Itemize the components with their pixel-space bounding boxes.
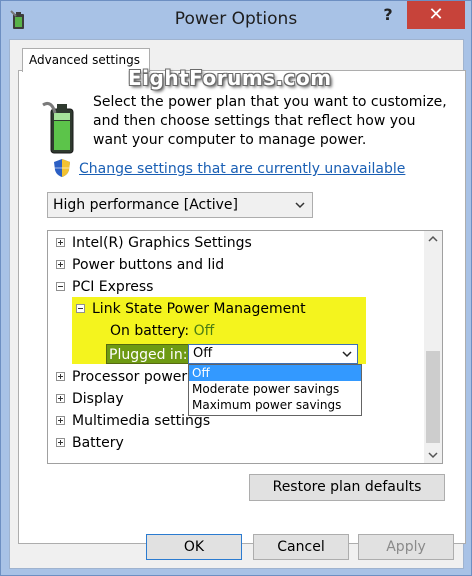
restore-plan-defaults-button[interactable]: Restore plan defaults <box>249 474 445 501</box>
tree-item-label: Display <box>72 391 124 407</box>
tree-item-label: Link State Power Management <box>92 301 306 317</box>
help-button[interactable]: ? <box>375 3 401 27</box>
intro-text: Select the power plan that you want to c… <box>93 94 447 148</box>
settings-tree[interactable]: Intel(R) Graphics Settings Power buttons… <box>47 230 443 464</box>
scroll-down-icon[interactable] <box>424 446 442 463</box>
on-battery-label: On battery: <box>110 323 190 339</box>
tree-item-label: Processor power m <box>72 369 206 385</box>
collapse-minus-icon[interactable] <box>56 282 65 291</box>
dropdown-option-maximum[interactable]: Maximum power savings <box>189 397 361 413</box>
title-bar: Power Options ? ✕ <box>1 1 471 39</box>
change-settings-link[interactable]: Change settings that are currently unava… <box>79 161 405 177</box>
tree-item-label: Power buttons and lid <box>72 257 225 273</box>
collapse-minus-icon[interactable] <box>76 304 85 313</box>
chevron-down-icon <box>294 193 306 217</box>
watermark: EightForums.com <box>128 66 332 90</box>
dialog-body: Advanced settings EightForums.com Select… <box>9 39 466 569</box>
dropdown-option-off[interactable]: Off <box>189 365 361 381</box>
power-options-window: Power Options ? ✕ Advanced settings Eigh… <box>0 0 472 576</box>
tree-item-label: Battery <box>72 435 124 451</box>
expand-plus-icon[interactable] <box>56 394 65 403</box>
advanced-settings-panel: Select the power plan that you want to c… <box>18 70 466 544</box>
plugged-in-select[interactable]: Off <box>188 344 358 364</box>
uac-shield-icon <box>53 158 71 178</box>
scroll-up-icon[interactable] <box>424 231 442 248</box>
close-button[interactable]: ✕ <box>407 1 465 29</box>
tree-item-label: PCI Express <box>72 279 154 295</box>
expand-plus-icon[interactable] <box>56 238 65 247</box>
plugged-in-label: Plugged in: <box>106 344 191 364</box>
tree-scrollbar[interactable] <box>424 231 442 463</box>
expand-plus-icon[interactable] <box>56 372 65 381</box>
battery-plan-icon <box>41 99 85 157</box>
on-battery-value: Off <box>193 323 215 339</box>
scrollbar-thumb[interactable] <box>426 351 440 443</box>
expand-plus-icon[interactable] <box>56 416 65 425</box>
tree-item-label: Intel(R) Graphics Settings <box>72 235 252 251</box>
settings-tree-content: Intel(R) Graphics Settings Power buttons… <box>48 231 424 463</box>
power-plan-select-value: High performance [Active] <box>53 197 238 213</box>
tree-item-on-battery[interactable]: On battery: Off <box>110 321 214 341</box>
plugged-in-select-value: Off <box>193 346 213 361</box>
cancel-button[interactable]: Cancel <box>253 534 349 560</box>
dropdown-option-moderate[interactable]: Moderate power savings <box>189 381 361 397</box>
expand-plus-icon[interactable] <box>56 438 65 447</box>
plugged-in-dropdown-list: Off Moderate power savings Maximum power… <box>188 364 362 416</box>
apply-button[interactable]: Apply <box>358 534 454 560</box>
power-plan-select[interactable]: High performance [Active] <box>47 192 313 218</box>
chevron-down-icon <box>341 345 353 363</box>
expand-plus-icon[interactable] <box>56 260 65 269</box>
ok-button[interactable]: OK <box>146 534 242 560</box>
